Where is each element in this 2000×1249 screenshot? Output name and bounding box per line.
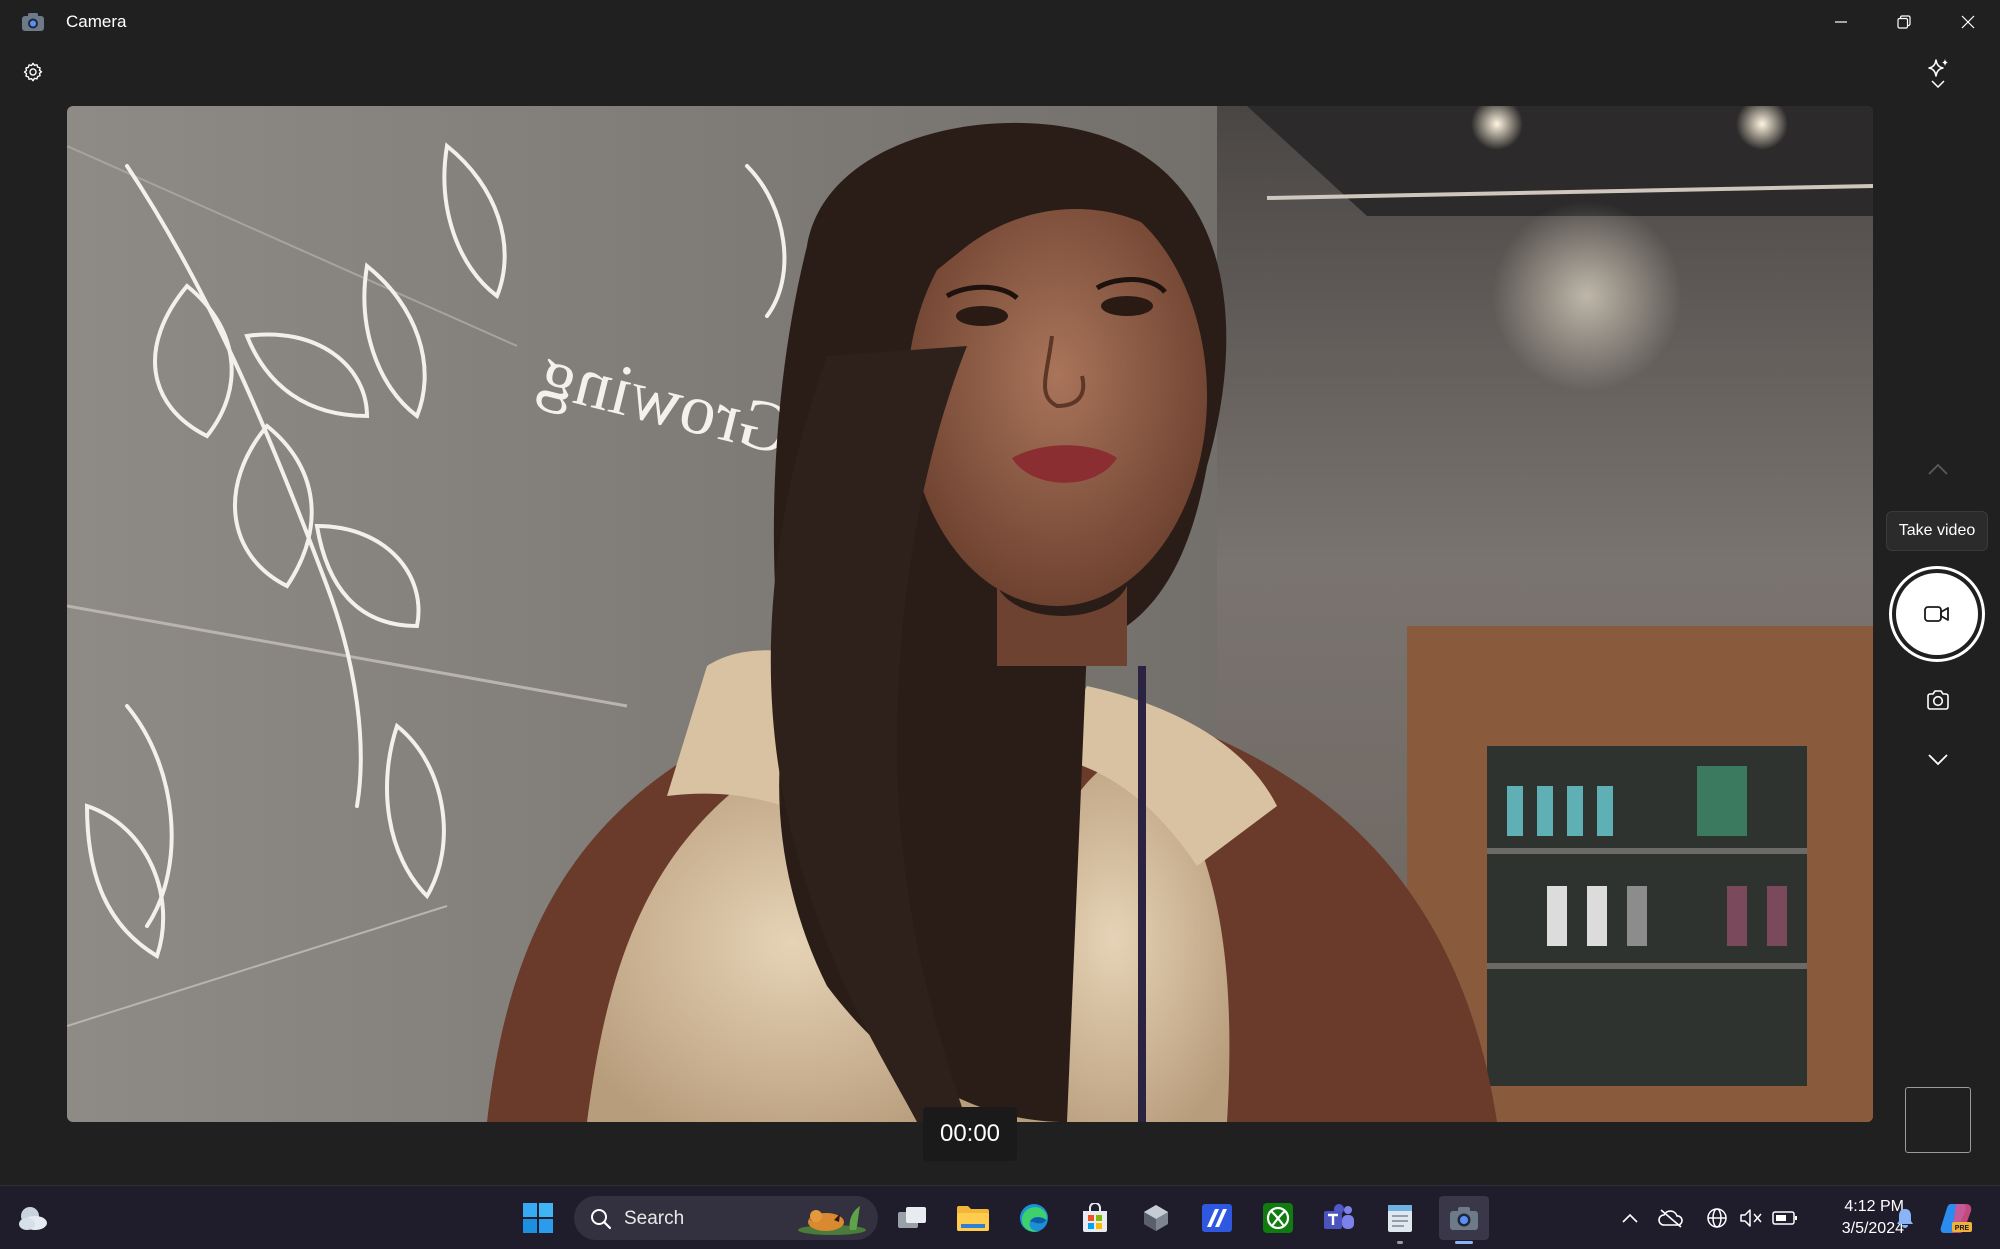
restore-icon xyxy=(1897,15,1911,29)
chevron-up-icon xyxy=(1622,1213,1638,1223)
battery-button[interactable] xyxy=(1770,1196,1800,1240)
app-title: Camera xyxy=(66,12,127,31)
video-camera-icon xyxy=(1924,606,1949,622)
close-button[interactable] xyxy=(1937,0,1999,44)
show-hidden-icons-button[interactable] xyxy=(1616,1196,1644,1240)
start-button[interactable] xyxy=(516,1196,560,1240)
search-placeholder: Search xyxy=(624,1208,685,1229)
bell-icon xyxy=(1897,1209,1913,1228)
effects-button[interactable] xyxy=(1918,58,1958,102)
search-icon xyxy=(591,1209,612,1230)
camera-viewfinder[interactable]: Growing xyxy=(67,106,1873,1122)
cloud-offline-icon xyxy=(1658,1209,1683,1228)
search-highlight-icon xyxy=(798,1206,866,1235)
store-button[interactable] xyxy=(1073,1196,1117,1240)
mode-down-button[interactable] xyxy=(1924,746,1952,774)
xbox-icon xyxy=(1263,1203,1293,1233)
store-icon xyxy=(1083,1203,1107,1232)
restore-button[interactable] xyxy=(1873,0,1935,44)
gear-icon xyxy=(23,62,43,82)
taskbar-search-box[interactable]: Search xyxy=(574,1196,878,1240)
chevron-down-icon xyxy=(1928,754,1948,766)
app-icon xyxy=(1144,1205,1168,1231)
chevron-up-icon xyxy=(1928,463,1948,475)
camera-app: Camera Growing Take video 00:00 xyxy=(0,0,2000,1185)
camera-feed-image: Growing xyxy=(67,106,1873,1122)
chevron-down-icon xyxy=(1931,80,1945,88)
camera-icon xyxy=(1450,1207,1478,1230)
edge-icon xyxy=(1020,1204,1048,1232)
task-view-button[interactable] xyxy=(890,1196,934,1240)
camera-taskbar-button[interactable] xyxy=(1439,1196,1489,1244)
teams-icon xyxy=(1324,1204,1354,1229)
globe-icon xyxy=(1707,1208,1727,1228)
file-explorer-icon xyxy=(957,1206,989,1231)
notepad-icon xyxy=(1388,1205,1412,1232)
camera-app-icon xyxy=(22,13,44,31)
notepad-button[interactable] xyxy=(1378,1196,1422,1244)
running-indicator xyxy=(1397,1241,1403,1244)
volume-muted-icon xyxy=(1740,1209,1762,1227)
svg-text:PRE: PRE xyxy=(1955,1225,1970,1232)
notifications-button[interactable] xyxy=(1890,1196,1920,1240)
mode-up-button[interactable] xyxy=(1924,455,1952,483)
minimize-icon xyxy=(1835,21,1847,23)
battery-icon xyxy=(1772,1211,1797,1225)
weather-icon xyxy=(19,1207,47,1230)
taskbar-app-button[interactable] xyxy=(1134,1196,1178,1240)
gallery-thumbnail-button[interactable] xyxy=(1905,1087,1971,1153)
close-icon xyxy=(1961,15,1975,29)
sparkle-icon xyxy=(1928,59,1948,77)
take-video-button[interactable] xyxy=(1889,566,1985,662)
weather-widget[interactable] xyxy=(10,1196,54,1240)
copilot-icon: PRE xyxy=(1940,1204,1972,1233)
title-bar: Camera xyxy=(0,0,2000,44)
taskbar-app-button[interactable] xyxy=(1195,1196,1239,1240)
photo-mode-button[interactable] xyxy=(1922,686,1954,714)
app-icon xyxy=(1202,1204,1232,1232)
xbox-button[interactable] xyxy=(1256,1196,1300,1240)
active-indicator xyxy=(1455,1241,1473,1244)
camera-icon xyxy=(1927,690,1949,710)
onedrive-button[interactable] xyxy=(1656,1196,1686,1240)
start-icon xyxy=(523,1203,553,1233)
teams-button[interactable] xyxy=(1317,1196,1361,1240)
capture-button-face xyxy=(1896,573,1978,655)
minimize-button[interactable] xyxy=(1810,0,1872,44)
network-button[interactable] xyxy=(1702,1196,1732,1240)
recording-timer: 00:00 xyxy=(923,1107,1017,1161)
volume-button[interactable] xyxy=(1736,1196,1766,1240)
taskbar: Search 4:12 PM 3/5/2024 PRE xyxy=(0,1185,2000,1249)
take-video-tooltip: Take video xyxy=(1886,511,1988,551)
settings-button[interactable] xyxy=(16,55,50,89)
task-view-icon xyxy=(898,1207,926,1228)
file-explorer-button[interactable] xyxy=(951,1196,995,1240)
edge-button[interactable] xyxy=(1012,1196,1056,1240)
copilot-button[interactable]: PRE xyxy=(1934,1196,1978,1240)
